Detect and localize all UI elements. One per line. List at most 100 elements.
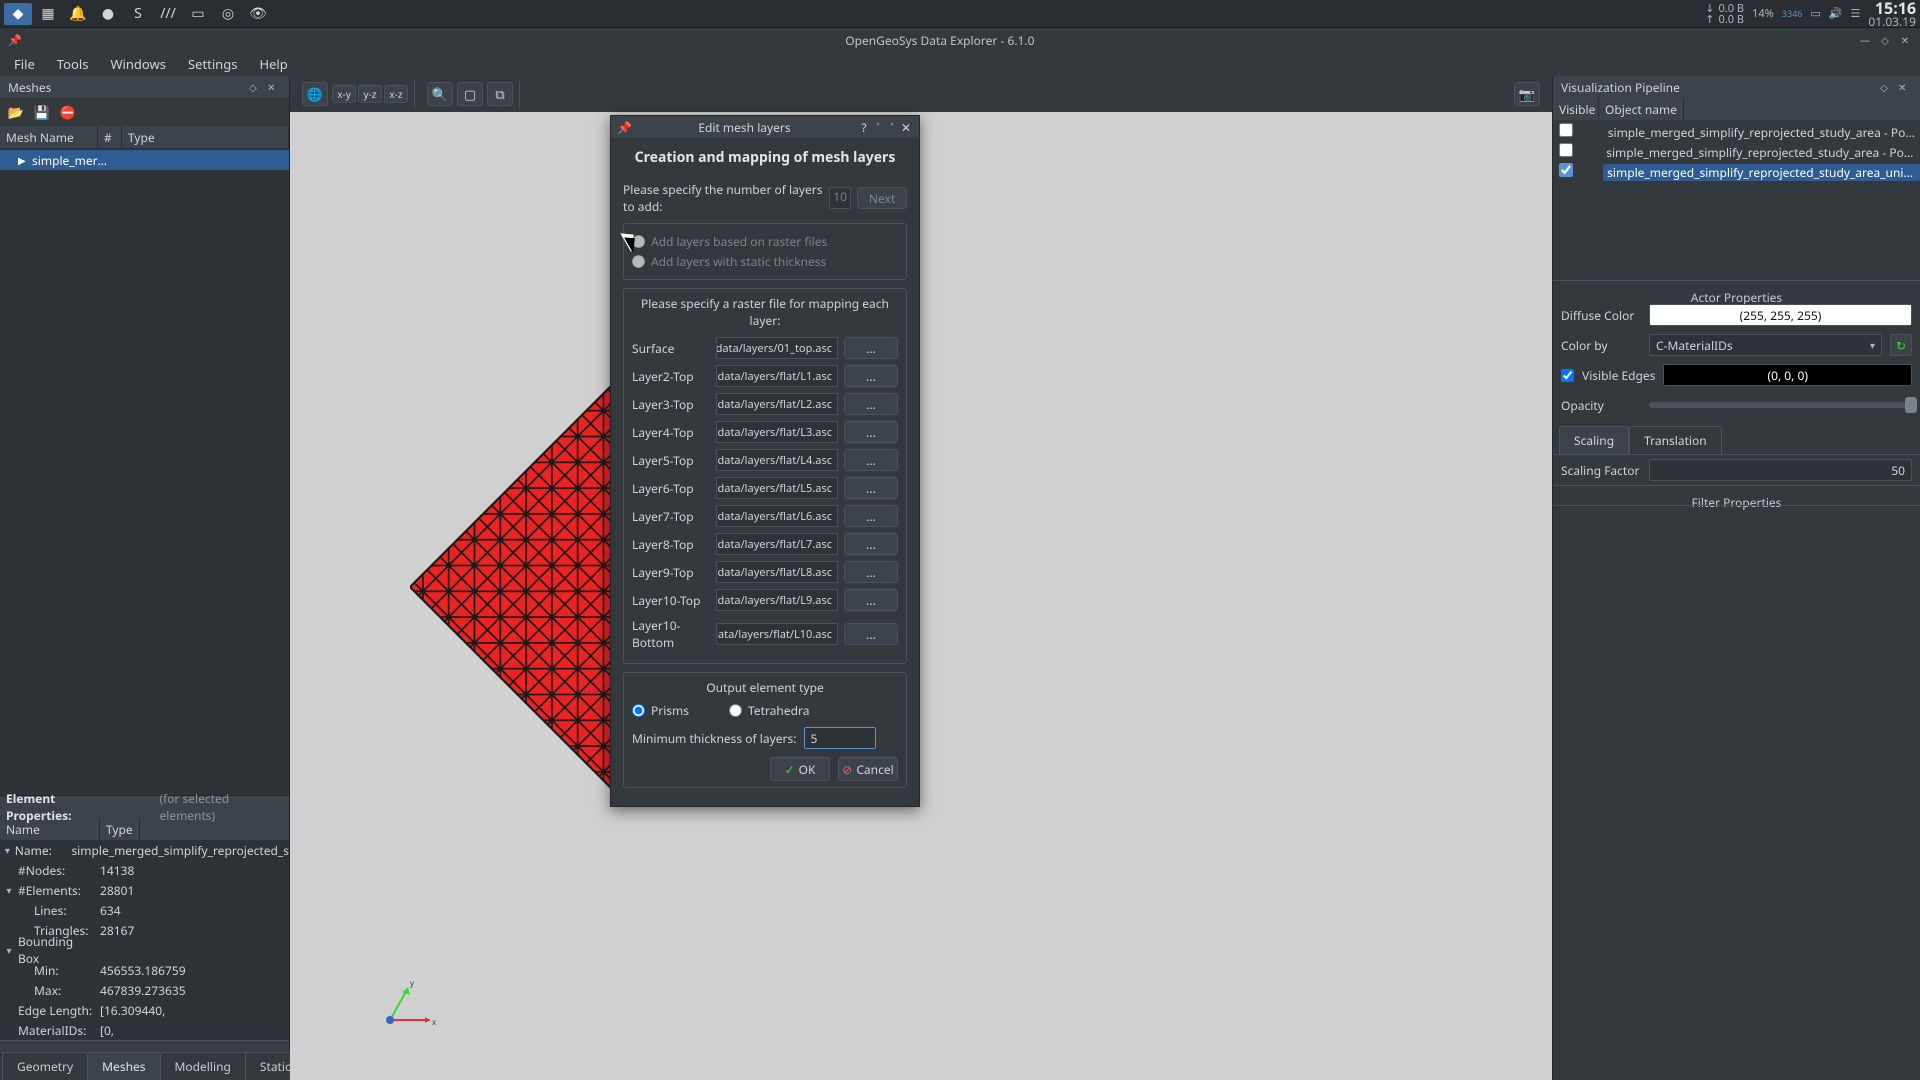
visibility-checkbox[interactable] xyxy=(1559,123,1573,137)
browse-button[interactable]: ... xyxy=(844,337,898,359)
layer-path-input[interactable]: ylt/data/layers/flat/L8.asc xyxy=(716,561,838,583)
browse-button[interactable]: ... xyxy=(844,421,898,443)
menu-settings[interactable]: Settings xyxy=(178,52,247,76)
scaling-factor-field[interactable]: 50 xyxy=(1649,459,1912,481)
edge-color-field[interactable]: (0, 0, 0) xyxy=(1663,364,1912,386)
diffuse-color-field[interactable]: (255, 255, 255) xyxy=(1649,304,1912,326)
mesh-tree-item[interactable]: ▶simple_merge... xyxy=(0,150,289,170)
tray-volume-icon[interactable]: 🔊 xyxy=(1829,6,1843,21)
menu-tools[interactable]: Tools xyxy=(47,52,99,76)
taskbar-app[interactable]: ▦ xyxy=(34,3,62,25)
layer-path-input[interactable]: ylt/data/layers/flat/L2.asc xyxy=(716,393,838,415)
layer-path-input[interactable]: ylt/data/layers/flat/L6.asc xyxy=(716,505,838,527)
layer-path-input[interactable]: ylt/data/layers/flat/L1.asc xyxy=(716,365,838,387)
close-button[interactable]: ✕ xyxy=(1898,33,1912,47)
layer-path-input[interactable]: ylt/data/layers/flat/L5.asc xyxy=(716,477,838,499)
xz-view-button[interactable]: x-z xyxy=(384,85,408,103)
layer-path-input[interactable]: ylt/data/layers/flat/L10.asc xyxy=(716,623,838,645)
browse-button[interactable]: ... xyxy=(844,393,898,415)
min-thickness-input[interactable] xyxy=(804,727,876,749)
taskbar-app[interactable]: ● xyxy=(94,3,122,25)
prisms-radio[interactable]: Prisms xyxy=(632,702,689,719)
cancel-button[interactable]: ⊘Cancel xyxy=(838,757,898,781)
tab-meshes[interactable]: Meshes xyxy=(87,1052,160,1080)
yz-view-button[interactable]: y-z xyxy=(358,85,382,103)
next-button[interactable]: Next xyxy=(857,187,907,209)
taskbar-app[interactable]: 🔔 xyxy=(64,3,92,25)
menu-help[interactable]: Help xyxy=(249,52,297,76)
num-layers-input[interactable]: 10 xyxy=(829,187,851,209)
browse-button[interactable]: ... xyxy=(844,505,898,527)
browse-button[interactable]: ... xyxy=(844,533,898,555)
pipeline-item[interactable]: simple_merged_simplify_reprojected_study… xyxy=(1553,142,1920,162)
visibility-checkbox[interactable] xyxy=(1559,163,1573,177)
pipeline-item[interactable]: simple_merged_simplify_reprojected_study… xyxy=(1553,122,1920,142)
browse-button[interactable]: ... xyxy=(844,623,898,645)
tab-scaling[interactable]: Scaling xyxy=(1559,426,1629,454)
dialog-title: Edit mesh layers xyxy=(632,119,857,136)
visibility-checkbox[interactable] xyxy=(1559,143,1573,157)
visible-edges-checkbox[interactable] xyxy=(1561,369,1574,382)
zoom-icon[interactable]: 🔍 xyxy=(427,82,453,106)
minimize-button[interactable]: — xyxy=(1858,33,1872,47)
dialog-shade-icon[interactable]: ˅ xyxy=(871,119,885,136)
add-static-radio[interactable]: Add layers with static thickness xyxy=(632,253,898,270)
xy-view-button[interactable]: x-y xyxy=(332,85,356,103)
browse-button[interactable]: ... xyxy=(844,561,898,583)
property-row: ▾Name:simple_merged_simplify_reprojected… xyxy=(0,840,289,860)
taskbar-app[interactable]: ▭ xyxy=(184,3,212,25)
maximize-button[interactable]: ◇ xyxy=(1878,33,1892,47)
layer-path-input[interactable]: ylt/data/layers/01_top.asc xyxy=(716,337,838,359)
pipeline-item[interactable]: simple_merged_simplify_reprojected_study… xyxy=(1553,162,1920,182)
3d-viewport[interactable]: x y xyxy=(290,112,1552,1080)
taskbar-app[interactable]: /// xyxy=(154,3,182,25)
layer-path-input[interactable]: ylt/data/layers/flat/L3.asc xyxy=(716,421,838,443)
tab-translation[interactable]: Translation xyxy=(1629,426,1722,454)
bbox-icon[interactable]: ▢ xyxy=(457,82,483,106)
layer-path-input[interactable]: ylt/data/layers/flat/L9.asc xyxy=(716,589,838,611)
browse-button[interactable]: ... xyxy=(844,589,898,611)
system-taskbar: ◆▦🔔●S///▭◎👁 ↓0.0 B ↑0.0 B 14% 3346 ▭ 🔊 ☰… xyxy=(0,0,1920,28)
open-icon[interactable]: 📂 xyxy=(6,102,26,122)
menu-windows[interactable]: Windows xyxy=(100,52,176,76)
tray-menu-icon[interactable]: ☰ xyxy=(1851,6,1861,21)
layer-path-input[interactable]: ylt/data/layers/flat/L4.asc xyxy=(716,449,838,471)
float-icon[interactable]: ◇ xyxy=(1880,80,1894,94)
color-by-dropdown[interactable]: C-MaterialIDs xyxy=(1649,334,1882,356)
output-type-title: Output element type xyxy=(632,679,898,696)
property-row: ▾#Elements:28801 xyxy=(0,880,289,900)
refresh-colormap-button[interactable]: ↻ xyxy=(1890,334,1912,356)
float-icon[interactable]: ◇ xyxy=(249,80,263,94)
dialog-help-icon[interactable]: ? xyxy=(857,119,871,136)
browse-button[interactable]: ... xyxy=(844,365,898,387)
layer-label: Layer8-Top xyxy=(632,536,710,553)
add-raster-radio[interactable]: Add layers based on raster files xyxy=(632,233,898,250)
taskbar-app[interactable]: ◎ xyxy=(214,3,242,25)
screenshot-icon[interactable]: 📷 xyxy=(1514,82,1540,106)
taskbar-app[interactable]: 👁 xyxy=(244,3,272,25)
tab-geometry[interactable]: Geometry xyxy=(2,1052,88,1080)
taskbar-app[interactable]: ◆ xyxy=(4,3,32,25)
clock[interactable]: 15:16 01.03.19 xyxy=(1868,0,1916,28)
opacity-slider[interactable] xyxy=(1649,402,1912,408)
scaling-factor-label: Scaling Factor xyxy=(1561,462,1641,479)
pin-icon[interactable]: 📌 xyxy=(8,33,22,48)
taskbar-app[interactable]: S xyxy=(124,3,152,25)
globe-icon[interactable]: 🌐 xyxy=(302,82,328,106)
close-panel-icon[interactable]: ✕ xyxy=(267,80,281,94)
layer-path-input[interactable]: ylt/data/layers/flat/L7.asc xyxy=(716,533,838,555)
dialog-close-icon[interactable]: ✕ xyxy=(899,119,913,136)
menu-file[interactable]: File xyxy=(4,52,45,76)
dialog-collapse-icon[interactable]: ˄ xyxy=(885,119,899,136)
dialog-pin-icon[interactable]: 📌 xyxy=(617,119,632,136)
browse-button[interactable]: ... xyxy=(844,449,898,471)
tray-display-icon[interactable]: ▭ xyxy=(1810,6,1820,21)
browse-button[interactable]: ... xyxy=(844,477,898,499)
delete-icon[interactable]: ⛔ xyxy=(58,102,78,122)
wireframe-icon[interactable]: ⧉ xyxy=(487,82,513,106)
close-panel-icon[interactable]: ✕ xyxy=(1898,80,1912,94)
ok-button[interactable]: ✓OK xyxy=(770,757,830,781)
tab-modelling[interactable]: Modelling xyxy=(160,1052,246,1080)
save-icon[interactable]: 💾 xyxy=(32,102,52,122)
tetra-radio[interactable]: Tetrahedra xyxy=(729,702,809,719)
